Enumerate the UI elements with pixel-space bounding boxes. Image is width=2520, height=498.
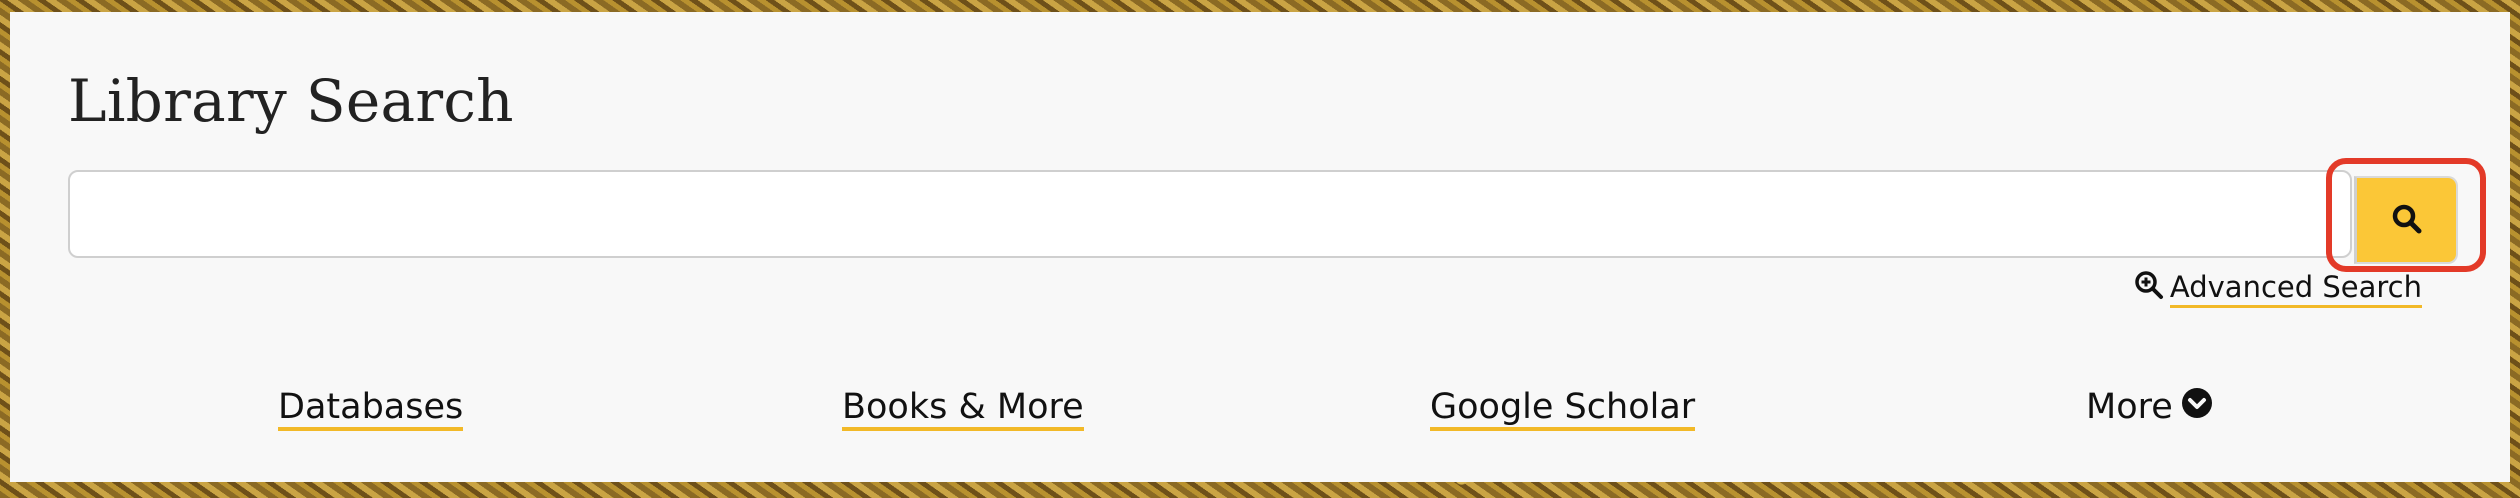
chevron-down-circle-icon (2181, 387, 2213, 428)
search-button-highlight (2326, 158, 2486, 272)
nav-item-label: More (2086, 387, 2173, 428)
nav-item-label: Books & More (842, 387, 1084, 432)
nav-item-books-more[interactable]: Books & More (842, 387, 1084, 432)
advanced-search-link[interactable]: Advanced Search (2134, 270, 2422, 308)
nav-item-label: Databases (278, 387, 464, 432)
search-button[interactable] (2354, 176, 2458, 264)
nav-item-more[interactable]: More (2086, 387, 2213, 428)
search-icon (2390, 202, 2424, 239)
search-input[interactable] (68, 170, 2352, 258)
search-bar (68, 158, 2486, 272)
page-title: Library Search (68, 67, 514, 135)
library-search-panel: Library Search Advanced Search Databases… (10, 12, 2510, 482)
zoom-in-icon (2134, 270, 2164, 307)
nav-item-databases[interactable]: Databases (278, 387, 464, 432)
advanced-search-label: Advanced Search (2169, 270, 2422, 308)
nav-item-label: Google Scholar (1430, 387, 1696, 432)
quick-links-nav: Databases Books & More Google Scholar Mo… (10, 387, 2510, 447)
nav-item-google-scholar[interactable]: Google Scholar (1430, 387, 1696, 432)
